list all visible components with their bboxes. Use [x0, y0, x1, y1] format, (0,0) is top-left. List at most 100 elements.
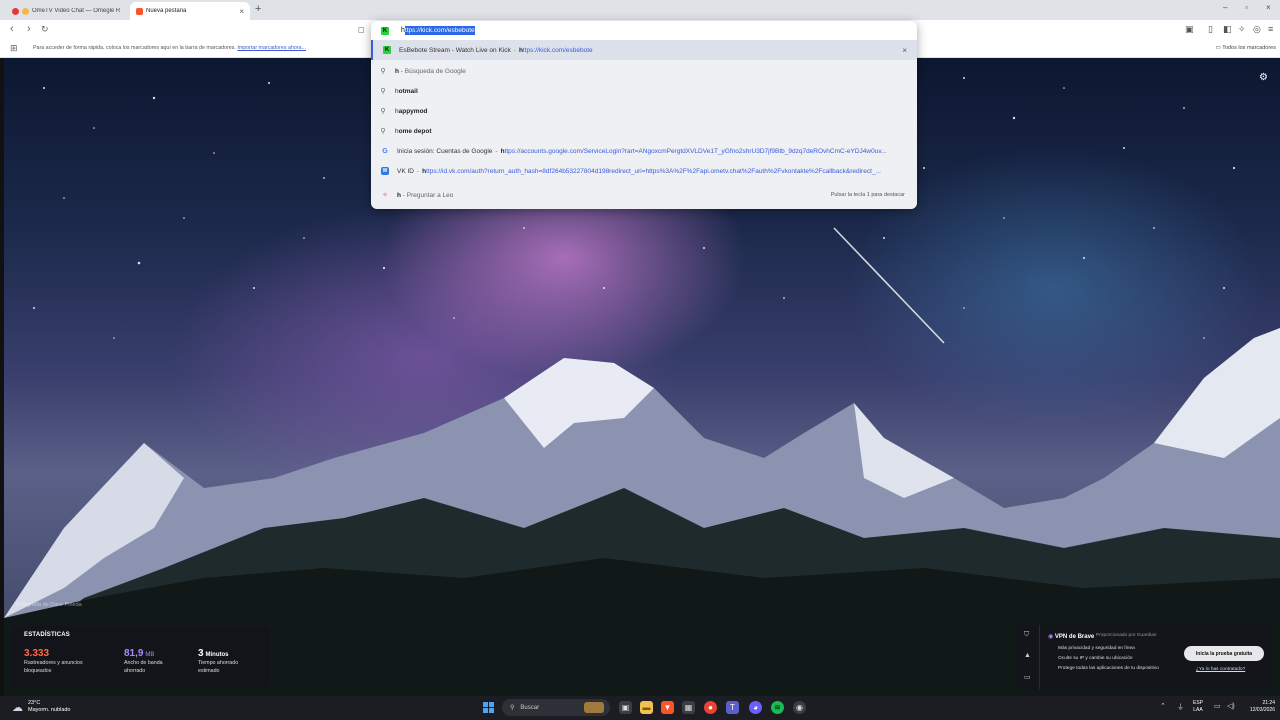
brave-browser-icon[interactable]: ▼: [661, 701, 674, 714]
vpn-title: ◉ VPN de Brave: [1048, 633, 1094, 640]
microphone-icon[interactable]: ⏚: [1177, 702, 1184, 712]
store-icon[interactable]: ▦: [682, 701, 695, 714]
leo-icon[interactable]: ✧: [1238, 24, 1246, 35]
kick-favicon-icon: K: [381, 26, 389, 35]
stats-widget: ESTADÍSTICAS 3.333 Rastreadores y anunci…: [12, 626, 270, 688]
bookmark-icon[interactable]: ◻: [358, 25, 365, 34]
vpn-logo-icon: ◉: [1048, 634, 1054, 640]
bandwidth-label-1: Ancho de banda: [124, 660, 163, 666]
new-tab-button[interactable]: +: [255, 3, 261, 15]
menu-icon[interactable]: ≡: [1268, 24, 1273, 34]
windows-start-icon[interactable]: [483, 702, 494, 713]
monitor-icon[interactable]: ▭: [1024, 673, 1031, 681]
weather-desc: Mayorm. nublado: [28, 707, 71, 713]
suggestion-separator: -: [495, 147, 498, 155]
search-icon: ⚲: [380, 108, 386, 115]
network-icon[interactable]: ▭: [1214, 702, 1221, 710]
vpn-already-purchased-link[interactable]: ¿Ya lo has contratado?: [1196, 667, 1245, 672]
vpn-feature: Más privacidad y seguridad en línea: [1058, 646, 1135, 651]
suggestion-history[interactable]: ⚲ h appymod: [371, 101, 917, 121]
cloud-icon: ☁: [12, 701, 23, 714]
forward-icon[interactable]: ›: [27, 23, 31, 35]
obs-icon[interactable]: ◉: [793, 701, 806, 714]
task-view-icon[interactable]: ▣: [619, 701, 632, 714]
vpn-feature: Protege todas las aplicaciones de tu dis…: [1058, 666, 1159, 671]
suggestion-url: ttps://kick.com/esbebote: [522, 46, 593, 54]
trackers-label-2: bloqueados: [24, 667, 52, 674]
tab-title: OmeTV Video Chat — Omegle R: [32, 8, 121, 14]
vpn-title-text: VPN de Brave: [1054, 634, 1095, 640]
suggestion-ask-leo[interactable]: ✧ h - Preguntar a Leo Pulsar la tecla 1 …: [371, 185, 917, 205]
bandwidth-unit: MB: [145, 652, 155, 658]
google-favicon-icon: G: [382, 147, 388, 155]
minimize-button[interactable]: –: [1223, 3, 1227, 12]
chrome-icon[interactable]: ●: [704, 701, 717, 714]
suggestion-desc: - Preguntar a Leo: [402, 191, 454, 199]
system-clock[interactable]: 21:24 12/03/2026: [1243, 700, 1275, 714]
sidebar-icon[interactable]: ▯: [1208, 24, 1213, 35]
suggestion-vk-id[interactable]: W VK ID - https://id.vk.com/auth?return_…: [371, 161, 917, 181]
suggestion-desc: - Búsqueda de Google: [400, 67, 466, 75]
file-explorer-icon[interactable]: ▬: [640, 701, 653, 714]
suggestion-prefix: h: [397, 191, 401, 199]
ometv-favicon-icon: [22, 7, 29, 15]
vk-favicon-icon: W: [381, 167, 389, 175]
all-bookmarks-button[interactable]: ▭ Todos los marcadores: [1216, 45, 1276, 51]
suggestion-google-account[interactable]: G Inicia sesión: Cuentas de Google - htt…: [371, 141, 917, 161]
wallet-icon[interactable]: ▣: [1185, 24, 1194, 35]
brave-shield-icon: [136, 7, 143, 15]
vpn-card: ⛉ ▲ ▭ ◉ VPN de Brave Proporcionado por G…: [1016, 625, 1272, 689]
bandwidth-value: 81,9: [124, 648, 144, 659]
trackers-count: 3.333: [24, 648, 50, 659]
close-tab-icon[interactable]: ×: [239, 7, 244, 16]
taskbar-search-box[interactable]: ⚲ Buscar: [502, 699, 610, 716]
vpn-feature: Oculte su IP y cambie su ubicación: [1058, 656, 1133, 661]
close-window-button[interactable]: ×: [1266, 3, 1271, 12]
vpn-icon[interactable]: ◎: [1253, 24, 1261, 35]
volume-icon[interactable]: ◁): [1227, 702, 1235, 710]
suggestion-google-search[interactable]: ⚲ h - Búsqueda de Google: [371, 61, 917, 81]
vpn-card-sidebar: ⛉ ▲ ▭: [1016, 625, 1040, 689]
search-icon: ⚲: [380, 88, 386, 95]
maximize-button[interactable]: ▫: [1245, 3, 1248, 12]
input-language-indicator[interactable]: ESP LAA: [1193, 700, 1203, 714]
suggestion-hint: Pulsar la tecla 1 para destacar: [830, 192, 905, 198]
tab-ometv[interactable]: OmeTV Video Chat — Omegle R: [6, 2, 130, 20]
suggestion-kick[interactable]: K EsBebote Stream - Watch Live on Kick -…: [371, 40, 917, 60]
weather-temp: 23°C: [28, 700, 41, 706]
bookmarks-hint-text: Para acceder de forma rápida, coloca los…: [33, 45, 236, 51]
photo-credit[interactable]: Fotografía de Dave Pineda: [16, 602, 82, 608]
teams-icon[interactable]: T: [726, 701, 739, 714]
extensions-icon[interactable]: ◧: [1223, 24, 1232, 35]
customize-settings-icon[interactable]: ⚙: [1259, 72, 1268, 83]
suggestion-completion: ome depot: [398, 127, 432, 135]
discord-icon[interactable]: ◕: [749, 701, 762, 714]
time-label-1: Tiempo ahorrado: [198, 660, 239, 666]
clock-date: 12/03/2026: [1249, 707, 1275, 713]
tab-strip: OmeTV Video Chat — Omegle R Nueva pestañ…: [0, 0, 1280, 20]
spotify-icon[interactable]: ≋: [771, 701, 784, 714]
triangle-icon[interactable]: ▲: [1024, 652, 1031, 659]
tab-title: Nueva pestaña: [146, 8, 187, 14]
suggestion-history[interactable]: ⚲ h ome depot: [371, 121, 917, 141]
tab-new-tab[interactable]: Nueva pestaña ×: [130, 2, 250, 20]
weather-widget[interactable]: ☁ 23°C Mayorm. nublado: [12, 700, 71, 714]
suggestion-completion: appymod: [398, 107, 428, 115]
import-bookmarks-link[interactable]: Importar marcadores ahora...: [237, 45, 306, 51]
reload-icon[interactable]: ↻: [41, 24, 49, 35]
apps-grid-icon[interactable]: ⊞: [10, 43, 18, 54]
stat-bandwidth: 81,9 MB Ancho de banda ahorrado: [124, 648, 163, 675]
suggestion-history[interactable]: ⚲ h otmail: [371, 81, 917, 101]
vpn-trial-button[interactable]: Inicia la prueba gratuita: [1184, 646, 1264, 661]
stat-time: 3 Minutos Tiempo ahorrado estimado: [198, 648, 238, 675]
all-bookmarks-label: Todos los marcadores: [1222, 45, 1276, 51]
remove-suggestion-icon[interactable]: ×: [902, 46, 907, 55]
address-bar[interactable]: K h ttps://kick.com/esbebote: [371, 21, 917, 40]
suggestion-url: ttps://accounts.google.com/ServiceLogin?…: [504, 147, 887, 155]
suggestion-separator: -: [513, 46, 516, 54]
back-icon[interactable]: ‹: [10, 23, 14, 35]
tray-overflow-icon[interactable]: ⌃: [1160, 702, 1166, 710]
time-label-2: estimado: [198, 667, 220, 674]
shield-icon[interactable]: ⛉: [1024, 631, 1029, 639]
address-autocomplete-selection: ttps://kick.com/esbebote: [404, 26, 475, 35]
